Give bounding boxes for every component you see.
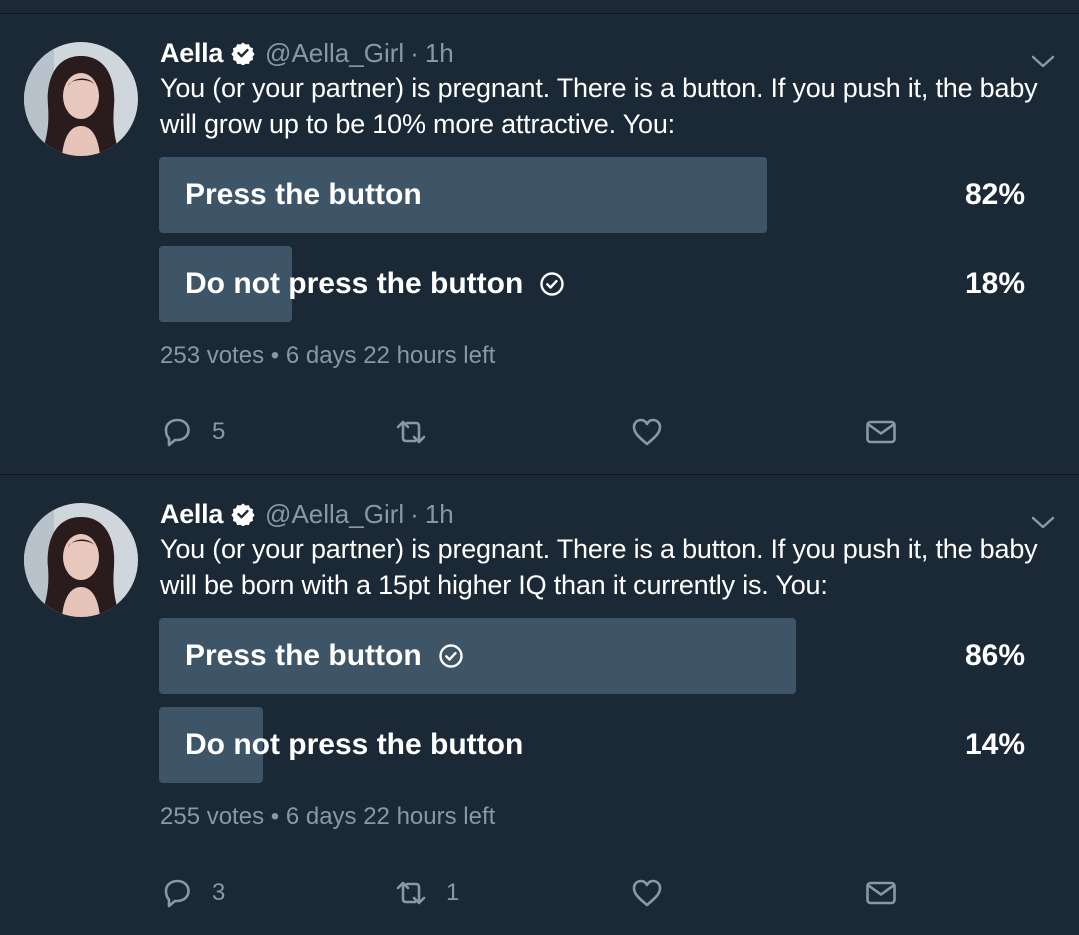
poll-choice-text: Do not press the button xyxy=(185,267,524,300)
poll-choice: Do not press the button 18% xyxy=(159,246,1029,322)
timestamp[interactable]: 1h xyxy=(425,38,454,69)
avatar[interactable] xyxy=(24,503,138,617)
retweet-icon xyxy=(396,420,426,444)
chevron-down-icon[interactable] xyxy=(1030,54,1056,70)
vote-count: 253 votes xyxy=(160,342,265,369)
poll-percent: 86% xyxy=(964,639,1025,672)
envelope-icon xyxy=(866,881,896,905)
reply-button[interactable]: 3 xyxy=(160,873,225,913)
vote-count: 255 votes xyxy=(160,803,265,830)
reply-bubble-icon xyxy=(164,879,190,908)
retweet-icon xyxy=(396,881,426,905)
heart-icon xyxy=(632,418,662,446)
poll-choice-label: Do not press the button xyxy=(185,246,565,322)
tweet-1[interactable]: Aella @Aella_Girl · 1h You (or your part… xyxy=(0,14,1079,474)
poll-percent: 82% xyxy=(964,178,1025,211)
poll-choice-text: Do not press the button xyxy=(185,728,524,761)
author-handle[interactable]: @Aella_Girl xyxy=(265,38,404,69)
time-left: 6 days 22 hours left xyxy=(285,342,496,369)
like-button[interactable] xyxy=(630,873,682,913)
meta-separator: • xyxy=(270,342,280,369)
tweet-header: Aella @Aella_Girl · 1h xyxy=(160,497,454,531)
tweet-text: You (or your partner) is pregnant. There… xyxy=(160,534,1038,600)
reply-button[interactable]: 5 xyxy=(160,412,225,452)
tweet-actions: 3 1 xyxy=(160,873,1040,913)
poll-meta: 255 votes • 6 days 22 hours left xyxy=(160,803,495,831)
poll-percent: 14% xyxy=(964,728,1025,761)
tweet-2[interactable]: Aella @Aella_Girl · 1h You (or your part… xyxy=(0,474,1079,935)
header-separator: · xyxy=(410,498,419,529)
poll-choice-text: Press the button xyxy=(185,639,422,672)
reply-bubble-icon xyxy=(164,418,190,447)
check-circle-icon xyxy=(540,272,565,296)
poll-meta: 253 votes • 6 days 22 hours left xyxy=(160,342,495,370)
author-handle[interactable]: @Aella_Girl xyxy=(265,499,404,530)
tweet-text: You (or your partner) is pregnant. There… xyxy=(160,73,1038,139)
verified-badge-icon xyxy=(231,42,255,65)
verified-badge-icon xyxy=(231,503,255,526)
time-left: 6 days 22 hours left xyxy=(285,803,496,830)
tweet-header: Aella @Aella_Girl · 1h xyxy=(160,36,454,70)
retweet-button[interactable] xyxy=(394,412,446,452)
poll-choice-text: Press the button xyxy=(185,178,422,211)
poll-percent: 18% xyxy=(964,267,1025,300)
author-name[interactable]: Aella xyxy=(160,499,223,530)
reply-count: 5 xyxy=(212,418,226,445)
header-separator: · xyxy=(410,37,419,68)
check-circle-icon xyxy=(439,644,463,668)
avatar[interactable] xyxy=(24,42,138,156)
timestamp[interactable]: 1h xyxy=(425,499,454,530)
poll-choice: Press the button 82% xyxy=(159,157,1029,233)
retweet-button[interactable]: 1 xyxy=(394,873,459,913)
heart-icon xyxy=(632,879,662,907)
poll-choice-label: Press the button xyxy=(185,157,422,233)
retweet-count: 1 xyxy=(446,879,460,906)
poll-choice-label: Do not press the button xyxy=(185,707,523,783)
envelope-icon xyxy=(866,420,896,444)
author-name[interactable]: Aella xyxy=(160,38,223,69)
meta-separator: • xyxy=(270,803,280,830)
chevron-down-icon[interactable] xyxy=(1030,515,1056,531)
poll-choice: Press the button 86% xyxy=(159,618,1029,694)
poll-choice: Do not press the button 14% xyxy=(159,707,1029,783)
like-button[interactable] xyxy=(630,412,682,452)
direct-message-button[interactable] xyxy=(864,873,898,913)
reply-count: 3 xyxy=(212,879,226,906)
tweet-actions: 5 xyxy=(160,412,1040,452)
poll-choice-label: Press the button xyxy=(185,618,464,694)
direct-message-button[interactable] xyxy=(864,412,898,452)
